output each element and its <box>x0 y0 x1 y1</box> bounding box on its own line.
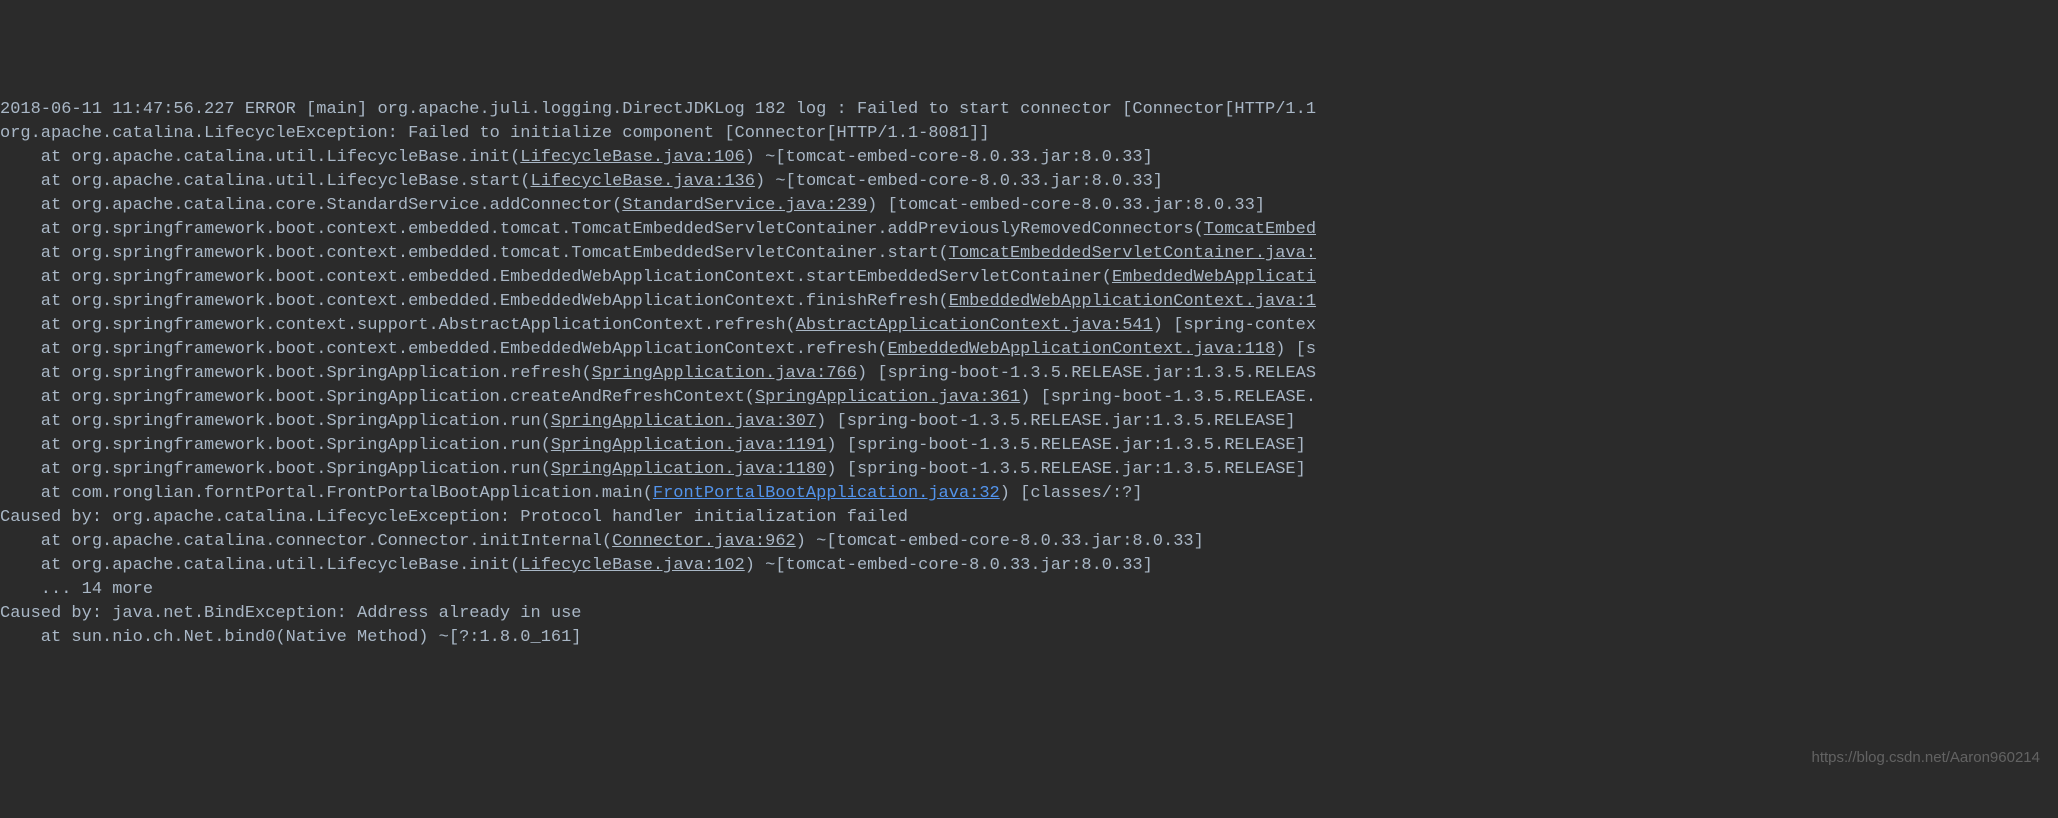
log-line: at org.springframework.boot.context.embe… <box>0 338 2058 362</box>
stack-prefix: at org.springframework.context.support.A… <box>0 316 796 335</box>
source-link[interactable]: LifecycleBase.java:106 <box>520 148 744 167</box>
stack-prefix: at com.ronglian.forntPortal.FrontPortalB… <box>0 484 653 503</box>
stack-prefix: at org.apache.catalina.core.StandardServ… <box>0 196 622 215</box>
source-link[interactable]: SpringApplication.java:361 <box>755 388 1020 407</box>
stack-suffix: ) [spring-boot-1.3.5.RELEASE. <box>1020 388 1316 407</box>
log-line: at org.springframework.boot.context.embe… <box>0 266 2058 290</box>
stack-prefix: at org.springframework.boot.SpringApplic… <box>0 412 551 431</box>
stack-prefix: at org.springframework.boot.SpringApplic… <box>0 460 551 479</box>
source-link[interactable]: FrontPortalBootApplication.java:32 <box>653 484 1000 503</box>
stack-prefix: at org.springframework.boot.context.embe… <box>0 340 888 359</box>
stack-prefix: at org.springframework.boot.context.embe… <box>0 244 949 263</box>
stack-prefix: at org.springframework.boot.context.embe… <box>0 292 949 311</box>
source-link[interactable]: StandardService.java:239 <box>622 196 867 215</box>
log-line: at org.springframework.boot.context.embe… <box>0 290 2058 314</box>
log-line: 2018-06-11 11:47:56.227 ERROR [main] org… <box>0 98 2058 122</box>
stack-suffix: ) ~[tomcat-embed-core-8.0.33.jar:8.0.33] <box>745 556 1153 575</box>
stack-prefix: at org.apache.catalina.connector.Connect… <box>0 532 612 551</box>
source-link[interactable]: SpringApplication.java:766 <box>592 364 857 383</box>
source-link[interactable]: LifecycleBase.java:102 <box>520 556 744 575</box>
source-link[interactable]: TomcatEmbeddedServletContainer.java: <box>949 244 1316 263</box>
stack-suffix: ) [spring-boot-1.3.5.RELEASE.jar:1.3.5.R… <box>857 364 1316 383</box>
stack-suffix: ) ~[tomcat-embed-core-8.0.33.jar:8.0.33] <box>796 532 1204 551</box>
log-line: at org.apache.catalina.connector.Connect… <box>0 530 2058 554</box>
stack-prefix: at org.springframework.boot.context.embe… <box>0 268 1112 287</box>
log-line: org.apache.catalina.LifecycleException: … <box>0 122 2058 146</box>
source-link[interactable]: TomcatEmbed <box>1204 220 1316 239</box>
log-line: Caused by: java.net.BindException: Addre… <box>0 602 2058 626</box>
source-link[interactable]: AbstractApplicationContext.java:541 <box>796 316 1153 335</box>
stack-prefix: at org.apache.catalina.util.LifecycleBas… <box>0 556 520 575</box>
source-link[interactable]: Connector.java:962 <box>612 532 796 551</box>
stack-prefix: at org.springframework.boot.SpringApplic… <box>0 388 755 407</box>
log-line: at org.apache.catalina.util.LifecycleBas… <box>0 146 2058 170</box>
stack-suffix: ) [spring-contex <box>1153 316 1316 335</box>
log-line: at org.apache.catalina.util.LifecycleBas… <box>0 170 2058 194</box>
stack-prefix: at org.springframework.boot.context.embe… <box>0 220 1204 239</box>
source-link[interactable]: SpringApplication.java:1180 <box>551 460 826 479</box>
source-link[interactable]: SpringApplication.java:1191 <box>551 436 826 455</box>
log-line: at org.springframework.boot.SpringApplic… <box>0 410 2058 434</box>
watermark-text: https://blog.csdn.net/Aaron960214 <box>1811 746 2040 770</box>
stack-suffix: ) ~[tomcat-embed-core-8.0.33.jar:8.0.33] <box>755 172 1163 191</box>
source-link[interactable]: SpringApplication.java:307 <box>551 412 816 431</box>
stack-prefix: at org.apache.catalina.util.LifecycleBas… <box>0 172 531 191</box>
log-line: at org.apache.catalina.util.LifecycleBas… <box>0 554 2058 578</box>
source-link[interactable]: EmbeddedWebApplicati <box>1112 268 1316 287</box>
source-link[interactable]: EmbeddedWebApplicationContext.java:1 <box>949 292 1316 311</box>
stack-prefix: at org.apache.catalina.util.LifecycleBas… <box>0 148 520 167</box>
stack-suffix: ) [classes/:?] <box>1000 484 1143 503</box>
stack-suffix: ) [spring-boot-1.3.5.RELEASE.jar:1.3.5.R… <box>816 412 1295 431</box>
stack-suffix: ) [spring-boot-1.3.5.RELEASE.jar:1.3.5.R… <box>826 436 1305 455</box>
log-line: at org.apache.catalina.core.StandardServ… <box>0 194 2058 218</box>
stack-prefix: at org.springframework.boot.SpringApplic… <box>0 436 551 455</box>
source-link[interactable]: LifecycleBase.java:136 <box>531 172 755 191</box>
console-log-output: 2018-06-11 11:47:56.227 ERROR [main] org… <box>0 98 2058 650</box>
log-line: ... 14 more <box>0 578 2058 602</box>
log-line: at org.springframework.boot.context.embe… <box>0 218 2058 242</box>
log-line: at org.springframework.context.support.A… <box>0 314 2058 338</box>
stack-suffix: ) ~[tomcat-embed-core-8.0.33.jar:8.0.33] <box>745 148 1153 167</box>
log-line: at org.springframework.boot.context.embe… <box>0 242 2058 266</box>
stack-suffix: ) [spring-boot-1.3.5.RELEASE.jar:1.3.5.R… <box>826 460 1305 479</box>
log-line: at sun.nio.ch.Net.bind0(Native Method) ~… <box>0 626 2058 650</box>
log-line: Caused by: org.apache.catalina.Lifecycle… <box>0 506 2058 530</box>
log-line: at org.springframework.boot.SpringApplic… <box>0 458 2058 482</box>
stack-suffix: ) [tomcat-embed-core-8.0.33.jar:8.0.33] <box>867 196 1265 215</box>
stack-prefix: at org.springframework.boot.SpringApplic… <box>0 364 592 383</box>
stack-suffix: ) [s <box>1275 340 1316 359</box>
source-link[interactable]: EmbeddedWebApplicationContext.java:118 <box>888 340 1276 359</box>
log-line: at com.ronglian.forntPortal.FrontPortalB… <box>0 482 2058 506</box>
log-line: at org.springframework.boot.SpringApplic… <box>0 434 2058 458</box>
log-line: at org.springframework.boot.SpringApplic… <box>0 362 2058 386</box>
log-line: at org.springframework.boot.SpringApplic… <box>0 386 2058 410</box>
